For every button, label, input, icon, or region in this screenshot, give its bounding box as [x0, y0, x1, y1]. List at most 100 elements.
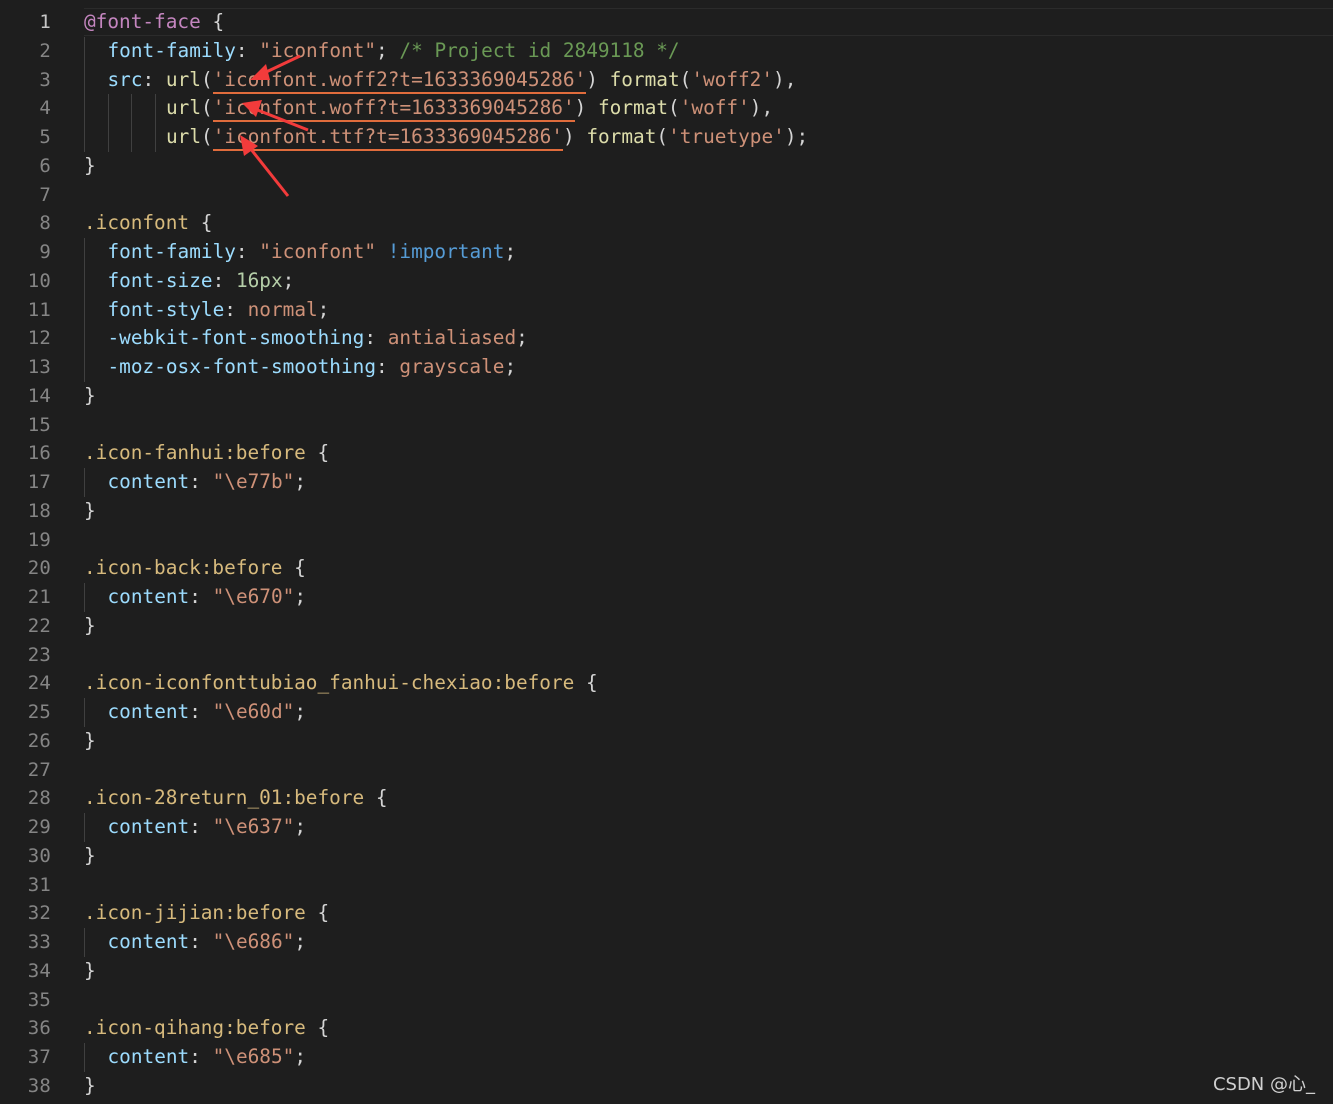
line-number-gutter: 1 2 3 4 5 6 7 8 9 10 11 12 13 14 15 16 1…: [0, 8, 62, 1101]
line-number: 33: [27, 931, 51, 953]
indent-guide: [84, 813, 85, 842]
css-property: font-family: [107, 38, 236, 62]
line-number: 5: [39, 126, 51, 148]
code-comment: /* Project id 2849118 */: [399, 38, 680, 62]
css-string: 'woff': [679, 96, 750, 120]
csdn-watermark: CSDN @心_: [1212, 1074, 1315, 1095]
line-number: 20: [27, 557, 51, 580]
code-line: .icon-28return_01:before {: [84, 784, 1333, 813]
line-number: 10: [27, 269, 51, 292]
css-string: "\e60d": [212, 700, 295, 723]
semicolon: ;: [796, 125, 809, 148]
colon: :: [235, 38, 248, 62]
code-area[interactable]: @font-face { font-family: "iconfont"; /*…: [84, 8, 1333, 1101]
brace: {: [317, 1016, 330, 1040]
brace: }: [84, 728, 96, 752]
css-property: content: [107, 700, 190, 723]
colon: :: [189, 585, 201, 608]
line-number: 9: [39, 241, 51, 263]
line-number: 37: [27, 1046, 51, 1068]
colon: :: [212, 268, 225, 292]
code-editor[interactable]: 1 2 3 4 5 6 7 8 9 10 11 12 13 14 15 16 1…: [0, 0, 1333, 1104]
brace: {: [317, 441, 330, 465]
css-property: content: [107, 470, 190, 493]
code-line: font-size: 16px;: [84, 266, 1333, 296]
line-number: 18: [27, 499, 51, 522]
line-number: 22: [27, 614, 51, 637]
brace: }: [84, 958, 96, 982]
indent-guide: [84, 468, 85, 497]
code-line: .iconfont {: [84, 209, 1333, 238]
line-number: 38: [27, 1074, 51, 1097]
line-number: 27: [27, 758, 51, 781]
semicolon: ;: [294, 1045, 307, 1068]
indent-guide: [84, 295, 85, 325]
line-number: 7: [39, 183, 51, 206]
indent-guide: [84, 1043, 85, 1072]
url-woff-link[interactable]: 'iconfont.woff?t=1633369045286': [212, 96, 575, 123]
line-number: 8: [39, 212, 51, 235]
line-number: 19: [27, 528, 51, 551]
brace: {: [200, 211, 213, 235]
paren: (: [201, 96, 213, 120]
indent-guide: [84, 698, 85, 727]
semicolon: ;: [504, 240, 517, 263]
important-keyword: !important: [387, 240, 505, 263]
css-property: font-family: [107, 240, 236, 263]
code-line: .icon-iconfonttubiao_fanhui-chexiao:befo…: [84, 669, 1333, 698]
paren: ): [773, 67, 785, 91]
code-line: }: [84, 957, 1333, 986]
brace: }: [84, 498, 96, 522]
code-line: src: url('iconfont.woff2?t=1633369045286…: [84, 65, 1333, 95]
url-woff2-link[interactable]: 'iconfont.woff2?t=1633369045286': [212, 67, 587, 94]
css-selector: .icon-back:before: [84, 556, 283, 580]
css-selector: .icon-fanhui:before: [84, 441, 306, 465]
indent-guide: [131, 123, 132, 152]
css-string: "\e670": [212, 585, 295, 608]
css-string: "\e77b": [212, 470, 295, 493]
line-number: 25: [27, 701, 51, 723]
url-function: url: [165, 67, 201, 91]
url-ttf-link[interactable]: 'iconfont.ttf?t=1633369045286': [212, 125, 563, 151]
code-line: content: "\e60d";: [84, 698, 1333, 727]
semicolon: ;: [317, 297, 330, 321]
indent-guide: [84, 36, 85, 66]
css-property: content: [107, 1045, 190, 1068]
css-string: "iconfont": [259, 38, 377, 62]
line-number: 12: [27, 327, 51, 350]
comma: ,: [784, 67, 797, 91]
brace: {: [317, 901, 330, 925]
css-string: "\e685": [212, 1045, 295, 1068]
brace: }: [84, 613, 96, 637]
colon: :: [142, 67, 155, 91]
paren: (: [668, 96, 680, 120]
line-number: 30: [27, 844, 51, 867]
css-selector: .icon-qihang:before: [84, 1016, 306, 1040]
css-string: "iconfont": [259, 240, 377, 263]
brace: }: [84, 1073, 96, 1097]
brace: {: [294, 556, 306, 580]
code-line: }: [84, 612, 1333, 641]
colon: :: [189, 470, 201, 493]
semicolon: ;: [294, 815, 307, 838]
line-number: 31: [27, 873, 51, 896]
line-number: 26: [27, 729, 51, 752]
code-line: url('iconfont.ttf?t=1633369045286') form…: [84, 123, 1333, 152]
indent-guide: [84, 324, 85, 353]
indent-guide: [84, 238, 85, 267]
css-number: 16px: [235, 268, 283, 292]
css-value: normal: [247, 297, 318, 321]
css-property: font-style: [107, 297, 225, 321]
colon: :: [189, 815, 201, 838]
line-number: 2: [39, 39, 51, 62]
css-string: "\e686": [212, 930, 295, 953]
code-line: }: [84, 382, 1333, 411]
line-number: 23: [27, 643, 51, 666]
css-property: content: [107, 815, 190, 838]
code-line: content: "\e637";: [84, 813, 1333, 842]
css-selector: .icon-28return_01:before: [84, 786, 365, 810]
